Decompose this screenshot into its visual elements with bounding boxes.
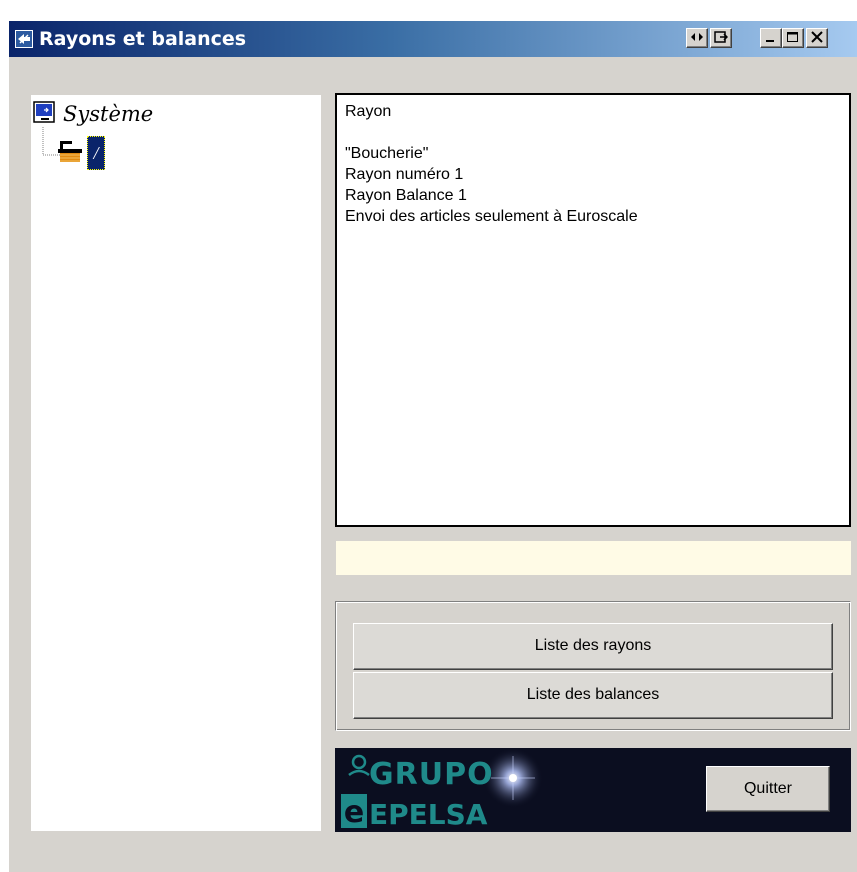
window-title: Rayons et balances [39, 28, 247, 50]
app-icon [15, 30, 33, 48]
list-scales-button[interactable]: Liste des balances [353, 672, 833, 719]
maximize-button[interactable] [782, 28, 804, 48]
float-icon [691, 33, 703, 41]
logo-line2: EPELSA [369, 798, 488, 831]
float-button[interactable] [686, 28, 708, 48]
details-panel: Rayon "Boucherie" Rayon numéro 1 Rayon B… [335, 93, 851, 527]
status-bar [336, 541, 851, 575]
grupo-epelsa-logo: e GRUPO EPELSA [341, 748, 543, 831]
minimize-icon [766, 40, 774, 42]
computer-icon [33, 100, 55, 128]
dock-icon [714, 31, 728, 43]
close-icon [811, 31, 823, 43]
details-heading: Rayon [345, 103, 392, 120]
actions-group: Liste des rayons Liste des balances [335, 601, 851, 731]
maximize-icon [787, 32, 798, 42]
tree-node-system[interactable]: Système [33, 100, 154, 128]
details-department-name: "Boucherie" [345, 145, 429, 162]
tree-node-selected-label[interactable]: / [87, 136, 105, 170]
tree-node-department[interactable]: / [57, 136, 105, 170]
scale-icon [57, 139, 83, 168]
window: Rayons et balances Système / Rayon "Bouc… [8, 20, 857, 872]
details-spacer [345, 122, 841, 143]
title-bar[interactable]: Rayons et balances [9, 21, 857, 57]
details-department-scale: Rayon Balance 1 [345, 187, 467, 204]
logo-line1: GRUPO [369, 757, 494, 792]
details-department-number: Rayon numéro 1 [345, 166, 464, 183]
logo-panel: e GRUPO EPELSA Quitter [335, 748, 851, 832]
dock-button[interactable] [710, 28, 732, 48]
minimize-button[interactable] [760, 28, 782, 48]
quit-button[interactable]: Quitter [706, 766, 830, 812]
department-tree[interactable]: Système / [31, 95, 321, 831]
details-send-mode: Envoi des articles seulement à Euroscale [345, 208, 638, 225]
tree-node-label: Système [63, 102, 154, 126]
logo-letter: e [344, 795, 364, 830]
list-departments-button[interactable]: Liste des rayons [353, 623, 833, 670]
person-icon [351, 754, 367, 770]
close-button[interactable] [806, 28, 828, 48]
